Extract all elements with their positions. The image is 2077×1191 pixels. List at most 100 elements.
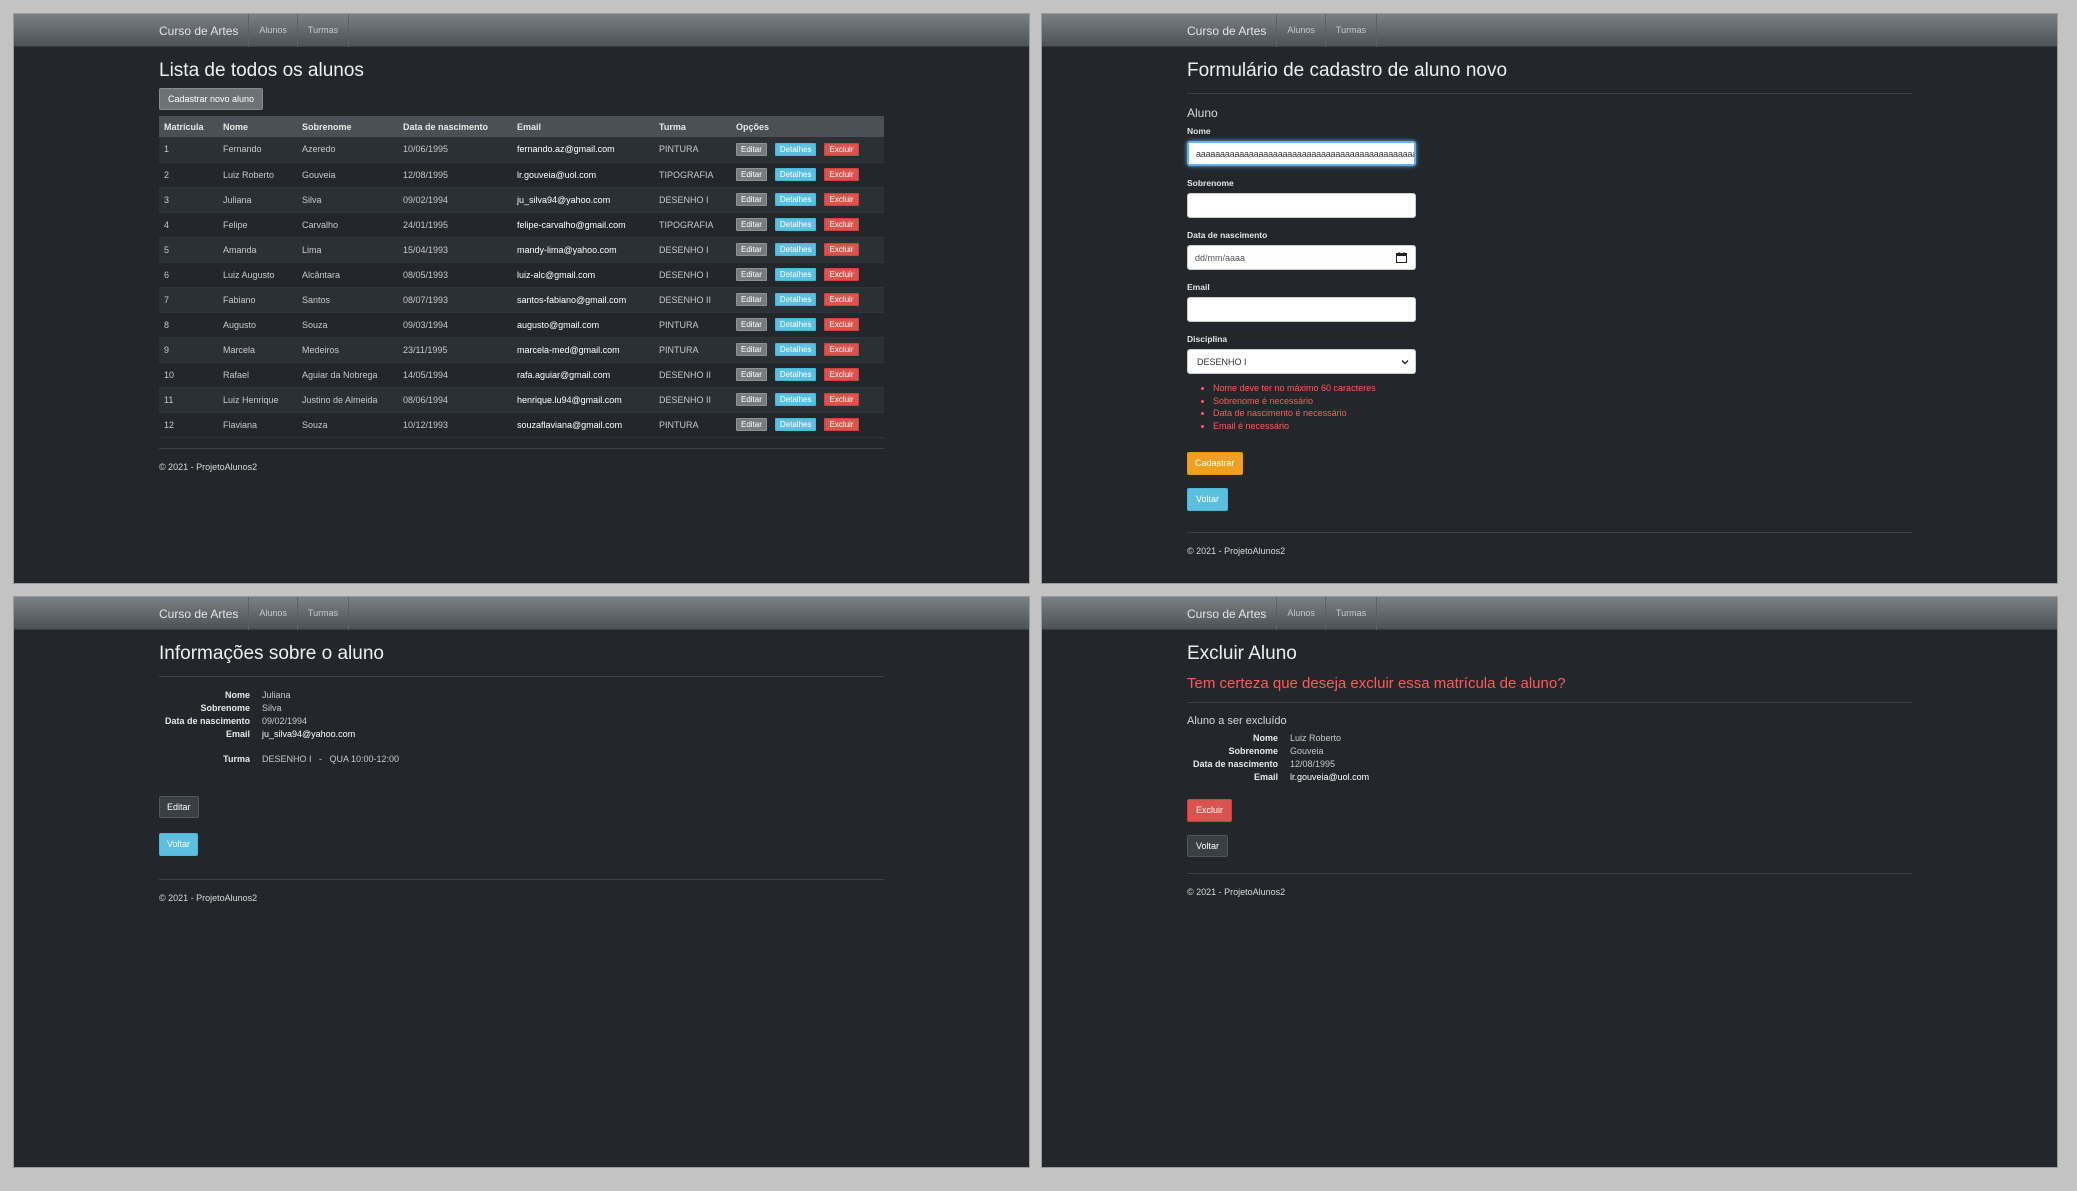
- sobrenome-input[interactable]: [1187, 193, 1416, 218]
- nav-alunos[interactable]: Alunos: [1276, 597, 1325, 630]
- delete-button[interactable]: Excluir: [824, 243, 859, 256]
- back-button[interactable]: Voltar: [159, 833, 199, 856]
- delete-button[interactable]: Excluir: [824, 268, 859, 281]
- sobrenome-label: Sobrenome: [200, 703, 250, 713]
- cell-actions: Editar Detalhes Excluir: [731, 387, 884, 413]
- submit-button[interactable]: Cadastrar: [1187, 452, 1243, 475]
- nome-input[interactable]: aaaaaaaaaaaaaaaaaaaaaaaaaaaaaaaaaaaaaaaa…: [1187, 141, 1416, 166]
- nav-alunos[interactable]: Alunos: [248, 14, 297, 47]
- edit-button[interactable]: Editar: [159, 796, 199, 818]
- new-student-button[interactable]: Cadastrar novo aluno: [159, 88, 264, 110]
- details-button[interactable]: Detalhes: [774, 142, 817, 156]
- edit-button[interactable]: Editar: [736, 393, 767, 406]
- delete-button[interactable]: Excluir: [824, 218, 859, 231]
- sobrenome-value: Silva: [262, 703, 282, 713]
- table-header-row: Matrícula Nome Sobrenome Data de nascime…: [159, 116, 884, 137]
- details-button[interactable]: Detalhes: [774, 193, 817, 206]
- cell-actions: Editar Detalhes Excluir: [731, 187, 884, 213]
- cell-matricula: 11: [159, 387, 218, 413]
- edit-button[interactable]: Editar: [736, 243, 767, 256]
- table-row: 11 Luiz Henrique Justino de Almeida 08/06/1…: [159, 387, 884, 413]
- page-title: Excluir Aluno: [1187, 643, 1297, 664]
- brand-link[interactable]: Curso de Artes: [159, 24, 238, 38]
- edit-button[interactable]: Editar: [736, 168, 767, 181]
- email-value: ju_silva94@yahoo.com: [262, 729, 356, 739]
- details-button[interactable]: Detalhes: [774, 243, 817, 256]
- cell-nome: Flaviana: [218, 412, 297, 438]
- details-button[interactable]: Detalhes: [774, 368, 817, 381]
- cell-actions: Editar Detalhes Excluir: [731, 362, 884, 388]
- nav-turmas[interactable]: Turmas: [1324, 14, 1378, 47]
- edit-button[interactable]: Editar: [736, 142, 767, 156]
- delete-button[interactable]: Excluir: [824, 142, 859, 156]
- delete-button[interactable]: Excluir: [824, 168, 859, 181]
- delete-button[interactable]: Excluir: [824, 343, 859, 356]
- delete-button[interactable]: Excluir: [824, 293, 859, 306]
- nome-value: Juliana: [262, 690, 291, 700]
- details-button[interactable]: Detalhes: [774, 318, 817, 331]
- delete-button[interactable]: Excluir: [824, 393, 859, 406]
- nome-value: Luiz Roberto: [1290, 733, 1342, 743]
- edit-button[interactable]: Editar: [736, 268, 767, 281]
- disciplina-select[interactable]: DESENHO I: [1187, 349, 1416, 374]
- delete-button[interactable]: Excluir: [824, 318, 859, 331]
- navbar: Curso de Artes Alunos Turmas: [14, 597, 1029, 630]
- form-section-title: Aluno: [1187, 106, 1218, 120]
- edit-button[interactable]: Editar: [736, 193, 767, 206]
- delete-button[interactable]: Excluir: [824, 418, 859, 431]
- details-button[interactable]: Detalhes: [774, 293, 817, 306]
- nascimento-input[interactable]: dd/mm/aaaa: [1187, 245, 1416, 270]
- nascimento-label: Data de nascimento: [164, 716, 250, 726]
- cell-turma: PINTURA: [654, 412, 731, 438]
- nav-turmas[interactable]: Turmas: [296, 597, 350, 630]
- cell-actions: Editar Detalhes Excluir: [731, 337, 884, 363]
- cell-sobrenome: Souza: [297, 412, 398, 438]
- cell-email: marcela-med@gmail.com: [512, 337, 654, 363]
- edit-button[interactable]: Editar: [736, 418, 767, 431]
- delete-button[interactable]: Excluir: [1187, 799, 1233, 822]
- nascimento-placeholder: dd/mm/aaaa: [1195, 252, 1246, 263]
- details-button[interactable]: Detalhes: [774, 418, 817, 431]
- edit-button[interactable]: Editar: [736, 218, 767, 231]
- cell-matricula: 9: [159, 337, 218, 363]
- email-label: Email: [1187, 282, 1210, 292]
- details-button[interactable]: Detalhes: [774, 343, 817, 356]
- cell-matricula: 7: [159, 287, 218, 313]
- brand-link[interactable]: Curso de Artes: [1187, 24, 1266, 38]
- calendar-icon[interactable]: [1396, 252, 1407, 263]
- nav-alunos[interactable]: Alunos: [248, 597, 297, 630]
- cell-sobrenome: Alcântara: [297, 262, 398, 288]
- nascimento-label: Data de nascimento: [1187, 230, 1268, 240]
- table-row: 12 Flaviana Souza 10/12/1993 souzaflaviana@g…: [159, 412, 884, 438]
- delete-button[interactable]: Excluir: [824, 193, 859, 206]
- cell-turma: PINTURA: [654, 312, 731, 338]
- cell-nascimento: 12/08/1995: [398, 162, 512, 188]
- cell-nascimento: 14/05/1994: [398, 362, 512, 388]
- edit-button[interactable]: Editar: [736, 368, 767, 381]
- details-button[interactable]: Detalhes: [774, 218, 817, 231]
- cell-email: felipe-carvalho@gmail.com: [512, 212, 654, 238]
- cell-nascimento: 23/11/1995: [398, 337, 512, 363]
- nav-turmas[interactable]: Turmas: [296, 14, 350, 47]
- edit-button[interactable]: Editar: [736, 318, 767, 331]
- details-button[interactable]: Detalhes: [774, 268, 817, 281]
- email-input[interactable]: [1187, 297, 1416, 322]
- cell-turma: DESENHO I: [654, 262, 731, 288]
- back-button[interactable]: Voltar: [1187, 835, 1229, 857]
- delete-button[interactable]: Excluir: [824, 368, 859, 381]
- brand-link[interactable]: Curso de Artes: [159, 607, 238, 621]
- nav-alunos[interactable]: Alunos: [1276, 14, 1325, 47]
- details-button[interactable]: Detalhes: [774, 393, 817, 406]
- turma-value: DESENHO I - QUA 10:00-12:00: [262, 754, 400, 764]
- edit-button[interactable]: Editar: [736, 293, 767, 306]
- brand-link[interactable]: Curso de Artes: [1187, 607, 1266, 621]
- cell-actions: Editar Detalhes Excluir: [731, 312, 884, 338]
- edit-button[interactable]: Editar: [736, 343, 767, 356]
- nav-turmas[interactable]: Turmas: [1324, 597, 1378, 630]
- cell-nome: Felipe: [218, 212, 297, 238]
- back-button[interactable]: Voltar: [1187, 488, 1229, 511]
- details-button[interactable]: Detalhes: [774, 168, 817, 181]
- cell-email: luiz-alc@gmail.com: [512, 262, 654, 288]
- cell-email: henrique.lu94@gmail.com: [512, 387, 654, 413]
- nome-label: Nome: [224, 690, 250, 700]
